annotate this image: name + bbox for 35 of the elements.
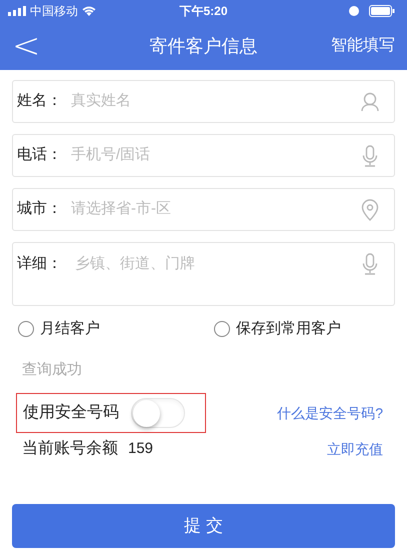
person-icon [361, 92, 379, 112]
microphone-icon[interactable] [362, 253, 378, 275]
input-field[interactable]: 姓名： 真实姓名 [12, 80, 395, 123]
location-pin-icon[interactable] [361, 198, 379, 220]
clock-time: 下午5:20 [178, 3, 229, 20]
toggle-switch[interactable] [131, 398, 185, 428]
page-title: 寄件客户信息 [148, 34, 258, 58]
microphone-icon[interactable] [362, 144, 378, 166]
input-field[interactable]: 电话： 手机号/固话 [12, 134, 395, 177]
radio-option[interactable]: 保存到常用客户 [214, 318, 341, 340]
field-label: 城市： [17, 199, 63, 220]
recharge-link[interactable]: 立即充值 [327, 438, 383, 460]
alarm-icon [349, 6, 359, 16]
field-placeholder: 真实姓名 [71, 91, 132, 112]
field-placeholder: 手机号/固话 [71, 145, 152, 166]
field-label: 姓名： [17, 91, 63, 112]
smart-fill-button[interactable]: 智能填写 [305, 34, 395, 58]
secure-number-label: 使用安全号码 [23, 402, 119, 423]
status-message: 查询成功 [21, 360, 83, 380]
balance-value: 159 [128, 438, 154, 459]
input-field[interactable]: 详细： 乡镇、街道、门牌 [12, 242, 395, 306]
field-placeholder: 请选择省-市-区 [71, 199, 172, 220]
balance-label: 当前账号余额 [22, 438, 118, 459]
signal-icon [8, 6, 26, 16]
field-placeholder: 乡镇、街道、门牌 [74, 254, 196, 274]
input-field[interactable]: 城市： 请选择省-市-区 [12, 188, 395, 231]
carrier-name: 中国移动 [30, 3, 78, 20]
back-button[interactable]: < [12, 29, 102, 63]
wifi-icon [82, 6, 96, 16]
field-label: 详细： [17, 254, 63, 274]
field-label: 电话： [17, 145, 63, 166]
submit-button[interactable]: 提 交 [12, 504, 395, 548]
battery-icon [369, 5, 395, 17]
radio-option[interactable]: 月结客户 [18, 318, 214, 340]
help-link[interactable]: 什么是安全号码? [277, 402, 383, 424]
